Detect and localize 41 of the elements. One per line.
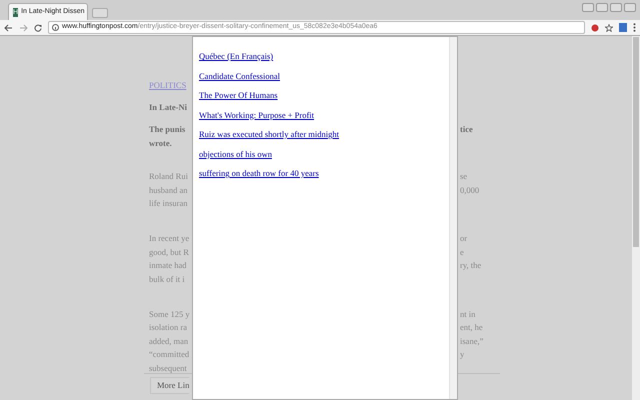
lede-text: The punis — [149, 124, 186, 134]
body-text: ry, the — [460, 260, 482, 270]
headline-text: In Late-Ni — [149, 102, 188, 112]
info-icon — [52, 24, 59, 31]
popup-link[interactable]: suffering on death row for 40 years — [199, 168, 319, 179]
body-text: life insuran — [149, 198, 188, 208]
menu-icon[interactable] — [633, 23, 636, 32]
popup-link[interactable]: objections of his own — [199, 148, 272, 160]
popup-link[interactable]: Québec (En Français) — [199, 51, 274, 62]
body-text: nt in — [460, 308, 476, 318]
body-text: ent, he — [460, 322, 483, 332]
body-text: In recent ye — [149, 233, 190, 243]
popup-link[interactable]: The Power Of Humans — [199, 90, 278, 101]
forward-icon[interactable] — [19, 24, 28, 32]
body-text: inmate had — [149, 260, 187, 270]
body-text: Some 125 y — [149, 308, 190, 318]
body-text: Roland Rui — [149, 171, 188, 181]
new-tab-button[interactable] — [92, 8, 108, 18]
body-text: husband an — [149, 184, 188, 194]
popup-link[interactable]: Ruiz was executed shortly after midnight — [199, 129, 339, 140]
body-text: e — [460, 246, 464, 256]
star-icon[interactable] — [605, 24, 613, 32]
back-icon[interactable] — [4, 24, 13, 32]
reload-icon[interactable] — [34, 24, 42, 32]
popup-link[interactable]: Candidate Confessional — [199, 70, 280, 82]
body-text: or — [460, 233, 468, 243]
body-text: isolation ra — [149, 322, 188, 332]
body-text: good, but R — [149, 246, 189, 256]
extension-icon[interactable] — [591, 24, 599, 32]
more-links-button[interactable]: More Lin — [150, 377, 190, 394]
body-text: isane,” — [460, 336, 484, 346]
body-text: y — [460, 349, 464, 359]
body-text: 0,000 — [460, 184, 480, 194]
lede-text: tice — [460, 124, 473, 134]
body-text: “committed — [149, 349, 190, 359]
body-text: bulk of it i — [149, 274, 185, 284]
popup-link[interactable]: What's Working: Purpose + Profit — [199, 110, 314, 120]
lede-text: wrote. — [149, 138, 172, 148]
body-text: added, man — [149, 336, 188, 346]
body-text: se — [460, 171, 468, 181]
body-text: subsequent — [149, 362, 187, 372]
